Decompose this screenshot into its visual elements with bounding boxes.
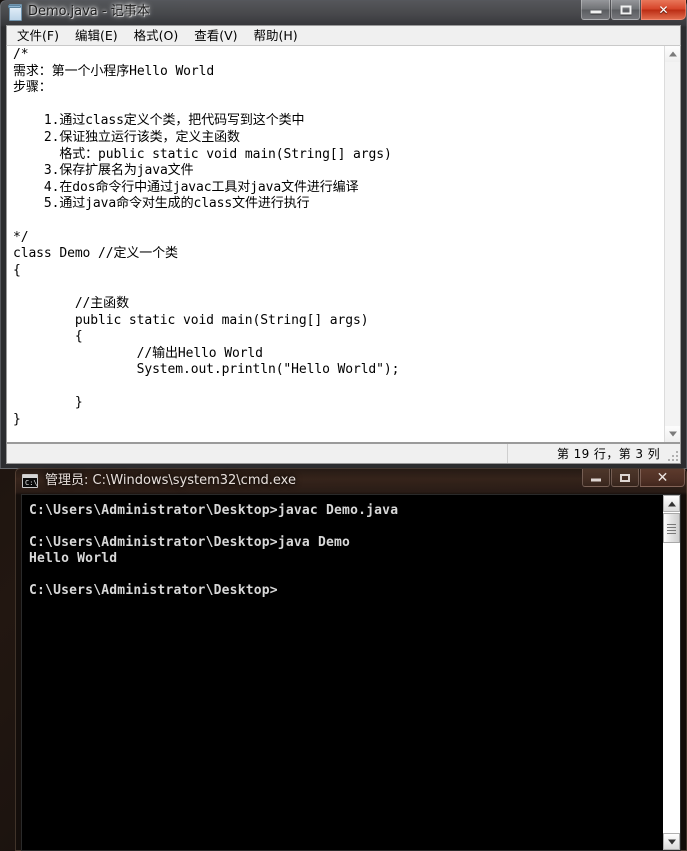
menu-item-edit[interactable]: 编辑(E) (67, 26, 126, 45)
minimize-icon (591, 478, 601, 482)
resize-grip-icon[interactable] (666, 449, 678, 461)
maximize-icon (620, 473, 630, 482)
notepad-status-bar: 第 19 行，第 3 列 (6, 443, 681, 464)
notepad-minimize-button[interactable] (581, 0, 610, 20)
notepad-window: Demo.java - 记事本 ✕ 文件(F) 编辑(E) 格式(O) 查看(V… (0, 0, 687, 469)
notepad-maximize-button[interactable] (611, 0, 640, 20)
notepad-text-area[interactable]: /* 需求：第一个小程序Hello World 步骤： 1.通过class定义个… (6, 45, 681, 443)
maximize-icon (620, 5, 631, 14)
cmd-close-button[interactable]: ✕ (640, 469, 685, 487)
cmd-title-text: 管理员: C:\Windows\system32\cmd.exe (45, 473, 296, 488)
cmd-icon-prompt: C:\ (25, 479, 38, 487)
cmd-console-area[interactable]: C:\Users\Administrator\Desktop>javac Dem… (21, 494, 681, 851)
command-prompt-window: C:\ 管理员: C:\Windows\system32\cmd.exe ✕ C… (15, 468, 687, 851)
notepad-source-code[interactable]: /* 需求：第一个小程序Hello World 步骤： 1.通过class定义个… (13, 47, 653, 429)
cmd-vertical-scrollbar[interactable] (663, 495, 680, 850)
menu-item-help[interactable]: 帮助(H) (246, 26, 306, 45)
scroll-down-icon (669, 431, 677, 437)
scroll-down-icon (667, 839, 676, 844)
scroll-up-icon (669, 51, 677, 57)
notepad-scroll-up-button[interactable] (665, 46, 680, 62)
notepad-vertical-scrollbar[interactable] (664, 46, 680, 442)
menu-item-format[interactable]: 格式(O) (126, 26, 187, 45)
cmd-scroll-down-button[interactable] (663, 833, 680, 850)
notepad-scroll-down-button[interactable] (665, 426, 680, 442)
minimize-icon (590, 10, 601, 14)
notepad-menubar: 文件(F) 编辑(E) 格式(O) 查看(V) 帮助(H) (6, 25, 681, 45)
status-divider (507, 444, 508, 463)
menu-item-file[interactable]: 文件(F) (9, 26, 67, 45)
cmd-scroll-up-button[interactable] (663, 495, 680, 512)
notepad-close-button[interactable]: ✕ (641, 0, 686, 20)
cursor-position-label: 第 19 行，第 3 列 (557, 447, 660, 461)
cmd-titlebar[interactable]: C:\ 管理员: C:\Windows\system32\cmd.exe ✕ (15, 468, 687, 494)
cmd-console-output: C:\Users\Administrator\Desktop>javac Dem… (29, 503, 399, 598)
notepad-title-text: Demo.java - 记事本 (28, 4, 150, 19)
scroll-up-icon (667, 501, 676, 506)
close-icon: ✕ (658, 2, 669, 17)
cmd-icon: C:\ (22, 474, 38, 488)
notepad-icon (8, 4, 22, 21)
notepad-window-controls: ✕ (580, 0, 686, 21)
close-icon: ✕ (656, 469, 669, 486)
cmd-window-controls: ✕ (581, 469, 685, 488)
menu-item-view[interactable]: 查看(V) (186, 26, 245, 45)
cmd-scroll-thumb[interactable] (663, 513, 680, 543)
cmd-minimize-button[interactable] (582, 469, 610, 487)
desktop: Demo.java - 记事本 ✕ 文件(F) 编辑(E) 格式(O) 查看(V… (0, 0, 687, 851)
cmd-maximize-button[interactable] (611, 469, 639, 487)
notepad-titlebar[interactable]: Demo.java - 记事本 ✕ (0, 0, 687, 24)
